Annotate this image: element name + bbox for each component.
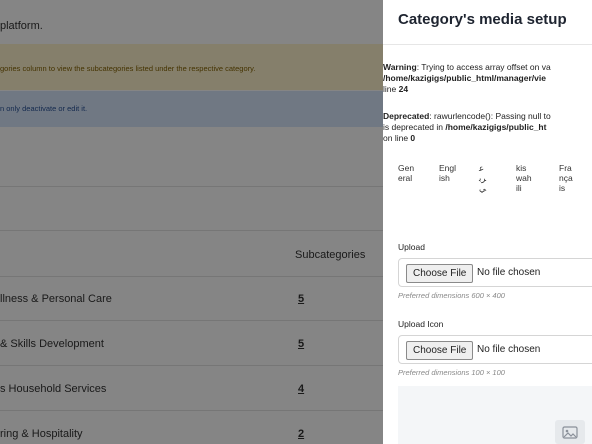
image-placeholder-icon: [555, 420, 585, 444]
upload-icon-file-input[interactable]: Choose File No file chosen: [398, 335, 592, 364]
upload-icon-dimensions-hint: Preferred dimensions 100 × 100: [398, 368, 505, 377]
media-setup-panel: Category's media setup Warning: Trying t…: [383, 0, 592, 444]
language-tabs: General English عربي kiswahili Français: [383, 163, 592, 221]
file-status: No file chosen: [477, 267, 541, 278]
panel-header-divider: [383, 44, 592, 45]
tab-general[interactable]: General: [398, 163, 416, 183]
warning-line-prefix: line: [383, 84, 399, 94]
deprecated-path: /home/kazigigs/public_ht: [445, 122, 547, 132]
tab-kiswahili[interactable]: kiswahili: [516, 163, 532, 193]
deprecated-text: : rawurlencode(): Passing null to: [429, 111, 551, 121]
modal-backdrop[interactable]: [0, 0, 383, 444]
deprecated-prefix: is deprecated in: [383, 122, 446, 132]
choose-file-button[interactable]: Choose File: [406, 341, 474, 360]
warning-path: /home/kazigigs/public_html/manager/vie: [383, 73, 546, 83]
tab-francais[interactable]: Français: [559, 163, 573, 193]
warning-text: : Trying to access array offset on va: [416, 62, 551, 72]
image-preview-area: [398, 386, 592, 444]
choose-file-button[interactable]: Choose File: [406, 264, 474, 283]
deprecated-line-prefix: on line: [383, 133, 411, 143]
php-deprecated-line-number: on line 0: [383, 133, 592, 144]
file-status: No file chosen: [477, 344, 541, 355]
php-deprecated-line: Deprecated: rawurlencode(): Passing null…: [383, 111, 592, 122]
upload-icon-label: Upload Icon: [398, 319, 444, 329]
tab-english[interactable]: English: [439, 163, 456, 183]
warning-line-number: 24: [398, 84, 409, 94]
php-warning-line-number: line 24: [383, 84, 592, 95]
php-deprecated-path: is deprecated in /home/kazigigs/public_h…: [383, 122, 592, 133]
deprecated-label: Deprecated: [383, 111, 430, 121]
php-warning-path: /home/kazigigs/public_html/manager/vie: [383, 73, 592, 84]
php-warning-line: Warning: Trying to access array offset o…: [383, 62, 592, 73]
deprecated-line-number: 0: [410, 133, 416, 143]
upload-file-input[interactable]: Choose File No file chosen: [398, 258, 592, 287]
tab-arabic[interactable]: عربي: [479, 163, 487, 193]
upload-label: Upload: [398, 242, 425, 252]
warning-label: Warning: [383, 62, 417, 72]
upload-dimensions-hint: Preferred dimensions 600 × 400: [398, 291, 505, 300]
panel-title: Category's media setup: [398, 11, 567, 28]
